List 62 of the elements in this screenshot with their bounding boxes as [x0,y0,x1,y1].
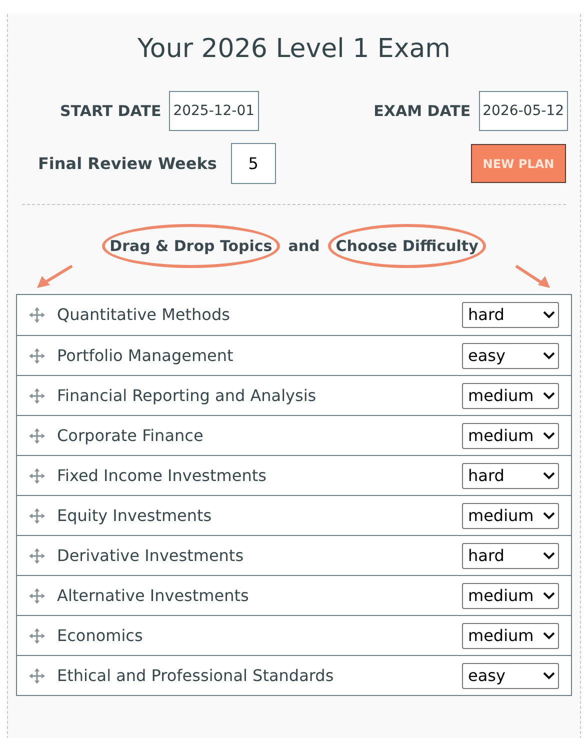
topic-row[interactable]: Ethical and Professional Standards easy [17,655,571,695]
difficulty-select[interactable]: hard [462,302,559,328]
difficulty-select[interactable]: medium [462,622,559,648]
topic-row[interactable]: Financial Reporting and Analysis medium [17,375,571,415]
difficulty-select[interactable]: easy [462,342,559,368]
topic-row[interactable]: Fixed Income Investments hard [17,455,571,495]
move-icon[interactable] [29,307,45,323]
difficulty-select[interactable]: medium [462,502,559,528]
topic-row[interactable]: Quantitative Methods hard [17,295,571,335]
topic-name: Portfolio Management [57,344,234,366]
topic-name: Economics [57,624,144,646]
chevron-down-icon [543,392,555,400]
chevron-down-icon [543,552,555,560]
topic-row[interactable]: Alternative Investments medium [17,575,571,615]
date-field[interactable]: 2026-05-12 [478,91,568,131]
chevron-down-icon [543,472,555,480]
topic-row[interactable]: Economics medium [17,615,571,655]
instruction-text: Drag & Drop Topics [110,237,272,255]
move-icon[interactable] [29,468,45,484]
instruction-text: Choose Difficulty [336,237,478,255]
topic-row[interactable]: Corporate Finance medium [17,415,571,455]
difficulty-select[interactable]: medium [462,582,559,608]
topic-row[interactable]: Portfolio Management easy [17,335,571,375]
chevron-down-icon [543,512,555,520]
instruction-text: and [288,237,320,255]
move-icon[interactable] [29,588,45,604]
chevron-down-icon [543,311,555,319]
field-label: EXAM DATE [374,100,471,122]
chevron-down-icon [543,632,555,640]
topic-row[interactable]: Derivative Investments hard [17,535,571,575]
move-icon[interactable] [29,348,45,364]
topic-name: Derivative Investments [57,544,245,566]
topic-name: Corporate Finance [57,424,204,446]
move-icon[interactable] [29,548,45,564]
chevron-down-icon [543,432,555,440]
move-icon[interactable] [29,628,45,644]
topic-name: Financial Reporting and Analysis [57,384,318,406]
date-field[interactable]: 2025-12-01 [169,91,259,131]
difficulty-select[interactable]: easy [462,662,559,688]
chevron-down-icon [543,352,555,360]
topic-name: Alternative Investments [57,584,250,606]
chevron-down-icon [543,592,555,600]
move-icon[interactable] [29,508,45,524]
move-icon[interactable] [29,428,45,444]
field-label: START DATE [60,100,162,122]
exam-title: Your 2026 Level 1 Exam [136,33,452,66]
field-label: Final Review Weeks [38,152,217,174]
arrow-icon [36,264,76,290]
weeks-field[interactable]: 5 [230,143,276,184]
move-icon[interactable] [29,668,45,684]
arrow-icon [512,264,552,290]
topic-name: Equity Investments [57,504,213,526]
move-icon[interactable] [29,388,45,404]
difficulty-select[interactable]: medium [462,422,559,448]
chevron-down-icon [543,672,555,680]
topic-row[interactable]: Equity Investments medium [17,495,571,535]
topic-name: Fixed Income Investments [57,464,268,486]
topic-name: Quantitative Methods [57,304,231,326]
difficulty-select[interactable]: medium [462,382,559,408]
topic-name: Ethical and Professional Standards [57,664,335,686]
difficulty-select[interactable]: hard [462,542,559,568]
difficulty-select[interactable]: hard [462,462,559,488]
